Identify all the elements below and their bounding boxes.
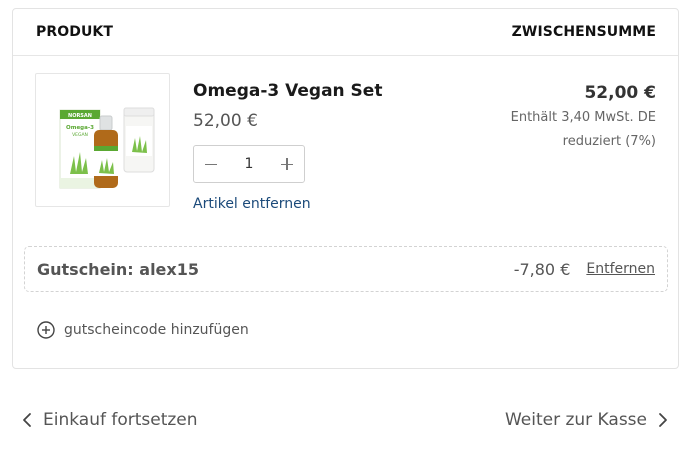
coupon-remove-link[interactable]: Entfernen bbox=[586, 261, 655, 277]
cart-item: NORSAN Omega-3 VEGAN Omega-3 Vegan Set 5… bbox=[13, 56, 678, 226]
decrease-quantity-button[interactable] bbox=[202, 155, 220, 173]
coupon-amount: -7,80 € bbox=[513, 259, 571, 279]
checkout-navigation: Einkauf fortsetzen Weiter zur Kasse bbox=[0, 405, 689, 435]
add-coupon-code-label: gutscheincode hinzufügen bbox=[64, 322, 249, 338]
box-subtitle-text: VEGAN bbox=[72, 132, 88, 138]
product-unit-price: 52,00 € bbox=[193, 111, 258, 131]
quantity-stepper: 1 bbox=[193, 145, 305, 183]
chevron-left-icon bbox=[23, 413, 31, 427]
product-package-illustration: NORSAN Omega-3 VEGAN bbox=[59, 107, 155, 189]
product-name[interactable]: Omega-3 Vegan Set bbox=[193, 81, 382, 101]
product-column-header: PRODUKT bbox=[36, 24, 114, 40]
item-subtotal: 52,00 € bbox=[584, 83, 656, 103]
cart-card: PRODUKT ZWISCHENSUMME NORSAN Omega-3 VEG… bbox=[12, 8, 679, 369]
tax-info-line-2: reduziert (7%) bbox=[562, 134, 656, 149]
proceed-to-checkout-label: Weiter zur Kasse bbox=[504, 410, 647, 430]
proceed-to-checkout-link[interactable]: Weiter zur Kasse bbox=[505, 410, 669, 430]
increase-quantity-button[interactable] bbox=[278, 155, 296, 173]
box-title-text: Omega-3 bbox=[66, 125, 94, 131]
tax-info-line-1: Enthält 3,40 MwSt. DE bbox=[510, 110, 656, 125]
remove-item-link[interactable]: Artikel entfernen bbox=[193, 196, 311, 212]
box-brand-text: NORSAN bbox=[68, 113, 92, 119]
cart-header: PRODUKT ZWISCHENSUMME bbox=[13, 9, 678, 56]
subtotal-column-header: ZWISCHENSUMME bbox=[511, 24, 656, 40]
add-coupon-code-button[interactable]: gutscheincode hinzufügen bbox=[37, 321, 249, 339]
continue-shopping-link[interactable]: Einkauf fortsetzen bbox=[21, 410, 198, 430]
coupon-row: Gutschein: alex15 -7,80 € Entfernen bbox=[24, 246, 668, 292]
coupon-label: Gutschein: alex15 bbox=[37, 259, 199, 279]
chevron-right-icon bbox=[659, 413, 667, 427]
continue-shopping-label: Einkauf fortsetzen bbox=[43, 410, 198, 430]
product-image[interactable]: NORSAN Omega-3 VEGAN bbox=[35, 73, 170, 207]
plus-circle-icon bbox=[37, 321, 55, 339]
coupon-actions: -7,80 € Entfernen bbox=[514, 260, 655, 279]
quantity-value[interactable]: 1 bbox=[245, 156, 254, 172]
